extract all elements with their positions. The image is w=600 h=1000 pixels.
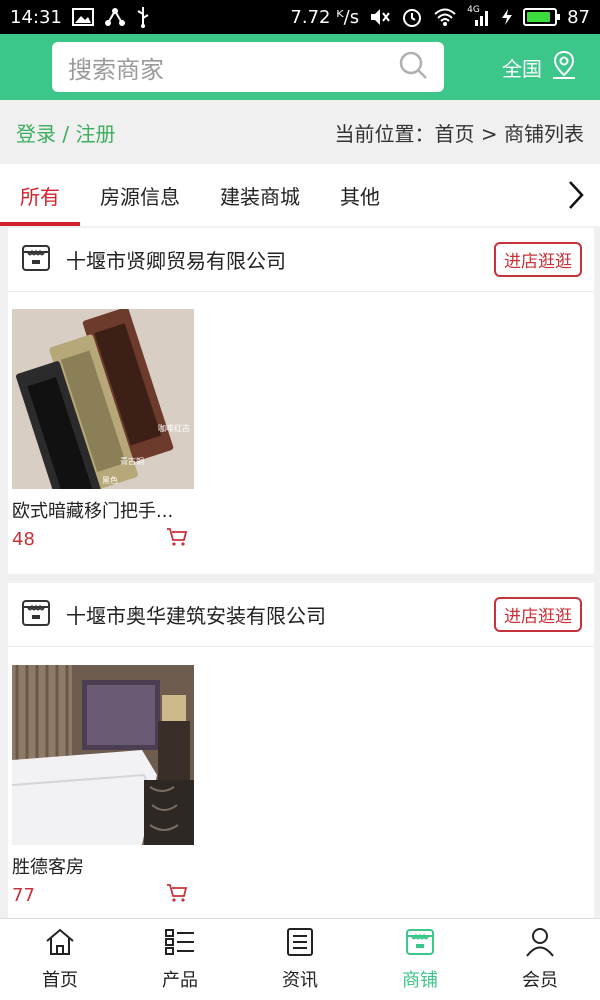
product-card[interactable]: 胜德客房 77: [12, 665, 194, 908]
nav-shops-label: 商铺: [402, 970, 438, 991]
alarm-icon: [401, 7, 423, 27]
product-price: 77: [12, 885, 35, 906]
shop-header: 十堰市贤卿贸易有限公司 进店逛逛: [8, 228, 594, 292]
search-icon[interactable]: [398, 50, 428, 84]
location-pin-icon: [550, 50, 578, 85]
photo-label: 青古铜: [120, 456, 144, 466]
product-name[interactable]: 胜德客房: [12, 853, 194, 879]
photo-label: 黑色: [102, 475, 118, 485]
product-price: 48: [12, 529, 35, 550]
nav-home[interactable]: 首页: [0, 919, 120, 1000]
search-placeholder: 搜索商家: [68, 55, 164, 84]
tab-all[interactable]: 所有: [0, 164, 80, 226]
network-type: 4G: [467, 5, 480, 15]
shop-name[interactable]: 十堰市奥华建筑安装有限公司: [66, 600, 494, 629]
shop-name[interactable]: 十堰市贤卿贸易有限公司: [66, 245, 494, 274]
status-bar: 14:31 7.72 ᴷ/s 4G 87: [0, 0, 600, 34]
shop-header: 十堰市奥华建筑安装有限公司 进店逛逛: [8, 583, 594, 647]
store-icon: [404, 927, 436, 962]
shop-card: 十堰市奥华建筑安装有限公司 进店逛逛 胜德客房 77: [8, 583, 594, 918]
cart-icon[interactable]: [166, 883, 188, 908]
user-icon: [524, 927, 556, 962]
gallery-icon: [71, 7, 94, 27]
cart-icon[interactable]: [166, 527, 188, 552]
region-selector[interactable]: 全国: [502, 50, 578, 85]
nav-products[interactable]: 产品: [120, 919, 240, 1000]
signal-icon: 4G: [467, 5, 491, 27]
chevron-right-icon[interactable]: [558, 164, 594, 226]
nav-products-label: 产品: [162, 970, 198, 991]
bottom-nav: 首页 产品 资讯 商铺 会员: [0, 918, 600, 1000]
product-name[interactable]: 欧式暗藏移门把手...: [12, 497, 194, 523]
status-time: 14:31: [10, 6, 62, 28]
photo-label: 咖啡红古: [158, 423, 190, 433]
shop-card: 十堰市贤卿贸易有限公司 进店逛逛 咖啡红古 青古铜 黑色 欧式暗藏移门把手...: [8, 228, 594, 574]
nav-member[interactable]: 会员: [480, 919, 600, 1000]
news-icon: [284, 927, 316, 962]
visit-shop-button[interactable]: 进店逛逛: [494, 242, 582, 277]
product-image[interactable]: [12, 665, 194, 845]
login-register-link[interactable]: 登录 / 注册: [16, 118, 115, 147]
app-header: 搜索商家 全国: [0, 34, 600, 100]
battery-fill: [527, 12, 550, 22]
product-price-row: 48: [12, 527, 194, 552]
share-icon: [104, 7, 126, 27]
nav-shops[interactable]: 商铺: [360, 919, 480, 1000]
breadcrumb-bar: 登录 / 注册 当前位置：首页 > 商铺列表: [0, 100, 600, 164]
store-icon: [20, 597, 52, 633]
battery-icon: [523, 8, 561, 26]
breadcrumb: 当前位置：首页 > 商铺列表: [334, 121, 584, 146]
product-image[interactable]: 咖啡红古 青古铜 黑色: [12, 309, 194, 489]
store-icon: [20, 242, 52, 278]
region-label: 全国: [502, 56, 542, 81]
list-icon: [164, 927, 196, 962]
category-tabs: 所有 房源信息 建装商城 其他: [0, 164, 600, 226]
charging-icon: [501, 7, 513, 27]
tab-other[interactable]: 其他: [320, 164, 400, 226]
search-input[interactable]: 搜索商家: [52, 42, 444, 92]
product-price-row: 77: [12, 883, 194, 908]
visit-shop-button[interactable]: 进店逛逛: [494, 597, 582, 632]
home-icon: [44, 927, 76, 962]
network-speed: 7.72 ᴷ/s: [290, 6, 360, 28]
tab-building-mall[interactable]: 建装商城: [200, 164, 320, 226]
usb-icon: [136, 7, 150, 28]
nav-member-label: 会员: [522, 970, 558, 991]
nav-news-label: 资讯: [282, 970, 318, 991]
product-card[interactable]: 咖啡红古 青古铜 黑色 欧式暗藏移门把手... 48: [12, 309, 194, 552]
mute-icon: [369, 7, 391, 27]
nav-news[interactable]: 资讯: [240, 919, 360, 1000]
battery-percent: 87: [567, 6, 590, 28]
wifi-icon: [433, 7, 457, 27]
nav-home-label: 首页: [42, 970, 78, 991]
tab-housing[interactable]: 房源信息: [80, 164, 200, 226]
